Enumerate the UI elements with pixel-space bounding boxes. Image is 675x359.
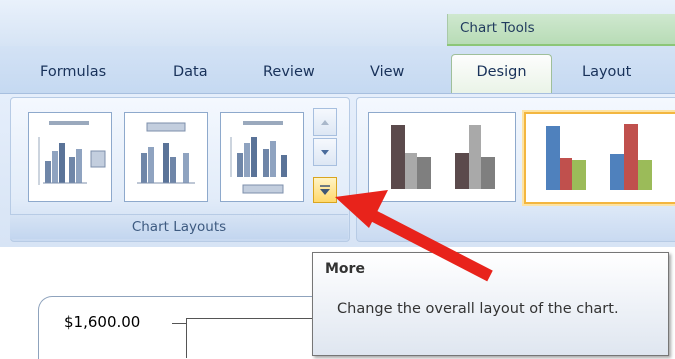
tab-data[interactable]: Data [173,58,208,86]
tooltip-description: Change the overall layout of the chart. [337,301,619,317]
tab-formulas[interactable]: Formulas [40,58,106,86]
value-axis-line [186,318,187,358]
tab-review[interactable]: Review [263,58,315,86]
chart-tools-label: Chart Tools [460,20,535,36]
chart-layout-3-thumbnail[interactable] [220,112,304,202]
layout-2-preview-icon [137,122,195,184]
gallery-scroll-down-button[interactable] [313,138,337,166]
more-tooltip: More Change the overall layout of the ch… [312,252,669,356]
layout-3-preview-icon [230,121,287,194]
chart-layouts-caption: Chart Layouts [10,214,348,239]
value-axis-label: $1,600.00 [64,313,141,331]
chevron-down-icon [321,150,329,155]
tooltip-title: More [325,261,365,277]
chart-layout-1-thumbnail[interactable] [28,112,112,202]
more-dropdown-icon [320,185,330,195]
colored-bars-preview-icon [546,124,652,190]
more-button[interactable] [313,177,337,203]
tab-design[interactable]: Design [451,54,552,95]
chart-style-gray-thumbnail[interactable] [368,112,516,202]
chart-tools-contextual-header: Chart Tools [447,14,675,44]
tab-layout[interactable]: Layout [582,58,631,86]
plot-area-top-border [186,318,316,319]
tab-view[interactable]: View [370,58,404,86]
chart-style-colored-thumbnail[interactable] [524,112,675,204]
gray-bars-preview-icon [391,125,495,189]
chevron-up-icon [321,120,329,125]
gallery-scroll-up-button[interactable] [313,108,337,136]
layout-1-preview-icon [38,121,106,185]
chart-layout-2-thumbnail[interactable] [124,112,208,202]
axis-tick [172,323,186,324]
